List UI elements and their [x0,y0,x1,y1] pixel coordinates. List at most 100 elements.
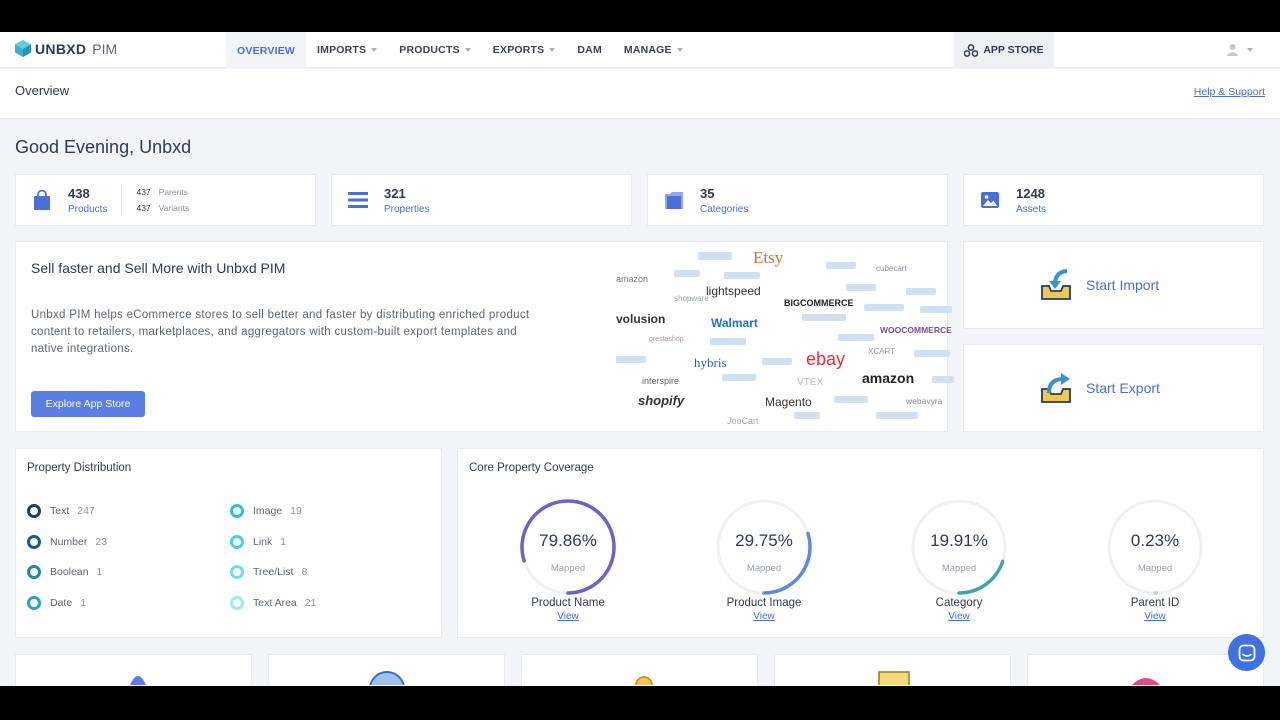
dist-item-boolean[interactable]: Boolean 1 [27,565,102,579]
import-tray-icon [1041,269,1071,300]
unbxd-logo-icon [15,40,31,57]
start-import-card[interactable]: Start Import [963,241,1264,329]
brand-name: UNBXD [35,40,87,57]
stat-card-categories[interactable]: 35 Categories [647,174,948,226]
bottom-card-2[interactable] [268,654,505,686]
core-property-coverage-card: Core Property Coverage 79.86% Mapped Pro… [457,448,1264,638]
app-window: UNBXD PIM OVERVIEW IMPORTS PRODUCTS EXPO… [0,32,1280,686]
dist-label: Image [253,505,283,517]
bottom-card-1[interactable] [15,654,252,686]
properties-label: Properties [384,203,430,215]
bottom-card-4[interactable] [774,654,1011,686]
explore-app-store-button[interactable]: Explore App Store [31,391,145,417]
gauge-name: Product Image [726,597,802,609]
dist-label: Text [50,505,70,517]
nav-products[interactable]: PRODUCTS [388,32,482,68]
products-label: Products [68,203,108,215]
badge-icon [635,676,653,685]
bottom-card-3[interactable] [521,654,758,686]
dist-count: 1 [96,566,103,578]
user-menu[interactable] [1226,43,1253,56]
dist-label: Link [253,536,273,548]
brand-logo[interactable]: UNBXD PIM [15,40,117,57]
export-tray-icon [1041,373,1071,403]
parent-id-view-link[interactable]: View [1075,611,1235,622]
gauge-mapped-label: Mapped [941,563,977,574]
coverage-gauge: 0.23% Mapped Parent ID View [1075,497,1235,622]
chevron-down-icon [371,48,378,52]
variants-count: 437 [136,203,151,213]
rocket-icon [130,676,146,685]
property-distribution-title: Property Distribution [27,462,132,474]
properties-count: 321 [384,185,406,201]
nav-manage[interactable]: MANAGE [613,32,694,68]
top-nav: UNBXD PIM OVERVIEW IMPORTS PRODUCTS EXPO… [0,32,1280,68]
help-support-link[interactable]: Help & Support [1194,86,1265,98]
app-store-button[interactable]: APP STORE [954,32,1054,68]
greeting: Good Evening, Unbxd [15,137,192,157]
nav-overview[interactable]: OVERVIEW [226,32,307,68]
chat-support-button[interactable] [1228,634,1265,671]
category-view-link[interactable]: View [879,611,1039,622]
promo-title: Sell faster and Sell More with Unbxd PIM [31,260,286,276]
gauge-name: Category [935,597,983,609]
nav-overview-label: OVERVIEW [237,45,296,57]
dist-item-tree-list[interactable]: Tree/List 8 [230,565,307,579]
nav-imports[interactable]: IMPORTS [306,32,388,68]
stat-card-assets[interactable]: 1248 Assets [963,174,1264,226]
gauge-name: Parent ID [1130,597,1180,609]
chevron-down-icon [464,48,471,52]
chat-icon [1238,644,1255,661]
dist-count: 1 [280,536,287,548]
nav-dam[interactable]: DAM [566,32,613,68]
coverage-gauge: 29.75% Mapped Product Image View [684,497,844,622]
list-icon [348,190,368,210]
dist-item-date[interactable]: Date 1 [27,596,86,610]
nav-products-label: PRODUCTS [399,44,460,56]
start-export-label: Start Export [1086,380,1160,396]
folder-icon [664,190,684,210]
start-import-label: Start Import [1086,277,1160,293]
dist-count: 23 [95,536,108,548]
dist-count: 21 [304,597,317,609]
categories-count: 35 [700,185,715,201]
dist-label: Date [50,597,73,609]
dist-label: Boolean [50,566,89,578]
products-breakdown: 437 Parents 437 Variants [121,184,189,216]
gauge-name: Product Name [531,597,605,609]
dist-count: 1 [80,597,87,609]
gauge-percent: 79.86% [539,531,597,550]
product-image-view-link[interactable]: View [684,611,844,622]
property-distribution-card: Property Distribution Text 247 Number 23 B… [15,448,442,638]
legend-dot-icon [230,535,244,549]
chevron-down-icon [676,48,683,52]
chevron-down-icon [1247,47,1253,52]
coverage-gauge: 19.91% Mapped Category View [879,497,1039,622]
stat-card-properties[interactable]: 321 Properties [331,174,632,226]
coverage-title: Core Property Coverage [469,462,594,474]
parents-count: 437 [136,187,151,197]
products-count: 438 [68,185,90,201]
globe-icon [369,671,405,685]
dist-item-image[interactable]: Image 19 [230,504,302,518]
nav-manage-label: MANAGE [623,44,672,56]
app-store-label: APP STORE [983,44,1044,56]
logo-collage-decor [616,252,954,419]
product-name-view-link[interactable]: View [488,611,648,622]
dist-label: Number [50,536,88,548]
shopping-bag-icon [32,190,52,210]
integration-logos-collage: Etsy amazon lightspeed BIGCOMMERCE volus… [614,246,959,431]
dist-item-number[interactable]: Number 23 [27,535,107,549]
nav-exports-label: EXPORTS [492,44,545,56]
dist-item-text[interactable]: Text 247 [27,504,95,518]
dist-item-text-area[interactable]: Text Area 21 [230,596,316,610]
page-title: Overview [15,83,70,98]
app-store-icon [964,43,979,57]
gauge-percent: 0.23% [1130,531,1180,550]
gauge-percent: 19.91% [930,531,988,550]
nav-exports[interactable]: EXPORTS [482,32,567,68]
start-export-card[interactable]: Start Export [963,344,1264,432]
variants-label: Variants [158,203,190,213]
stat-card-products[interactable]: 438 Products 437 Parents 437 Variants [15,174,316,226]
dist-item-link[interactable]: Link 1 [230,535,286,549]
